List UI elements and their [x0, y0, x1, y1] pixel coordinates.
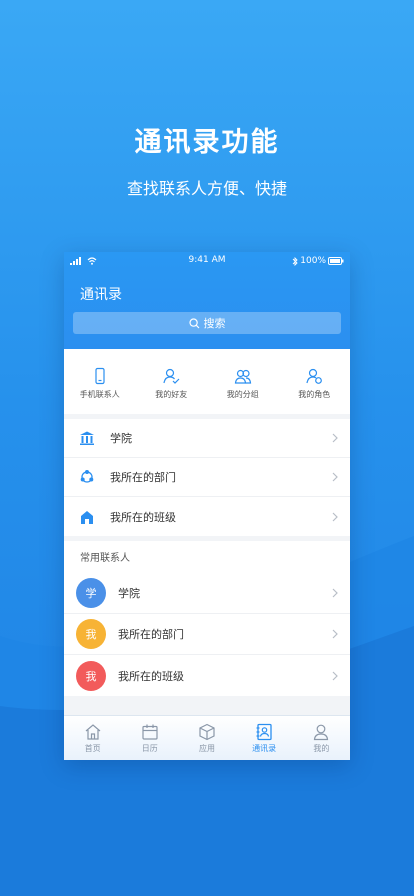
promo-subtitle: 查找联系人方便、快捷	[126, 179, 287, 198]
quick-action-label: 我的好友	[155, 390, 188, 399]
contact-item[interactable]: 学 学院	[64, 573, 350, 614]
avatar: 我	[76, 660, 106, 691]
tab-calendar[interactable]: 日历	[125, 723, 175, 754]
phone-icon	[95, 367, 105, 385]
profile-icon	[314, 724, 329, 740]
avatar: 学	[76, 578, 106, 608]
quick-action-phone-contacts[interactable]: 手机联系人	[70, 367, 130, 400]
college-icon	[80, 431, 94, 445]
quick-action-label: 我的角色	[298, 390, 331, 399]
app-header: 100% 9:41 AM 通讯录 搜索	[64, 252, 350, 349]
apps-icon	[199, 723, 215, 740]
chevron-right-icon	[332, 472, 338, 482]
friend-icon	[163, 368, 180, 384]
search-placeholder: 搜索	[203, 317, 226, 330]
class-icon	[81, 510, 93, 524]
contact-name: 学院	[118, 587, 140, 600]
contact-name: 我所在的部门	[118, 628, 184, 641]
promo-title: 通讯录功能	[134, 127, 280, 158]
menu-item-college[interactable]: 学院	[64, 419, 350, 458]
tab-label: 通讯录	[252, 743, 277, 753]
chevron-right-icon	[332, 433, 338, 443]
quick-action-roles[interactable]: 我的角色	[284, 367, 344, 400]
quick-actions: 手机联系人 我的好友 我的分组 我的角色	[64, 349, 350, 414]
group-icon	[234, 369, 251, 384]
frequent-contacts: 常用联系人 学 学院 我 我所在的部门 我 我所在的班级	[64, 541, 350, 696]
quick-action-label: 手机联系人	[79, 390, 120, 399]
page-title: 通讯录	[80, 287, 122, 303]
search-input[interactable]: 搜索	[73, 312, 341, 334]
tab-bar: 首页 日历 应用 通讯录 我的	[64, 715, 350, 760]
menu-list: 学院 我所在的部门 我所在的班级	[64, 419, 350, 536]
tab-label: 首页	[84, 743, 101, 753]
home-icon	[85, 723, 100, 740]
phone-screen: 100% 9:41 AM 通讯录 搜索 手机联系人 我的好友 我的分组 我的角色…	[64, 252, 350, 760]
search-icon	[188, 317, 199, 328]
quick-action-friends[interactable]: 我的好友	[141, 367, 201, 400]
tab-apps[interactable]: 应用	[182, 723, 232, 754]
tab-contacts[interactable]: 通讯录	[239, 723, 289, 754]
contacts-icon	[256, 723, 272, 740]
chevron-right-icon	[332, 629, 338, 639]
chevron-right-icon	[332, 671, 338, 680]
tab-label: 日历	[141, 743, 158, 753]
tab-profile[interactable]: 我的	[296, 723, 346, 754]
contact-item[interactable]: 我 我所在的班级	[64, 655, 350, 696]
tab-label: 应用	[198, 743, 215, 753]
menu-item-department[interactable]: 我所在的部门	[64, 458, 350, 497]
menu-item-label: 我所在的部门	[110, 471, 176, 484]
section-header: 常用联系人	[80, 553, 130, 564]
quick-action-label: 我的分组	[226, 390, 259, 399]
menu-item-label: 学院	[110, 432, 132, 445]
tab-home[interactable]: 首页	[68, 723, 118, 754]
chevron-right-icon	[332, 512, 338, 521]
role-icon	[306, 368, 323, 384]
tab-label: 我的	[313, 743, 330, 753]
contact-item[interactable]: 我 我所在的部门	[64, 614, 350, 655]
department-icon	[80, 470, 94, 483]
menu-item-label: 我所在的班级	[110, 510, 176, 524]
avatar: 我	[76, 619, 106, 649]
contact-name: 我所在的班级	[118, 669, 184, 683]
chevron-right-icon	[332, 588, 338, 598]
status-time: 9:41 AM	[188, 255, 226, 265]
quick-action-groups[interactable]: 我的分组	[213, 367, 273, 400]
calendar-icon	[142, 724, 158, 740]
menu-item-class[interactable]: 我所在的班级	[64, 497, 350, 536]
